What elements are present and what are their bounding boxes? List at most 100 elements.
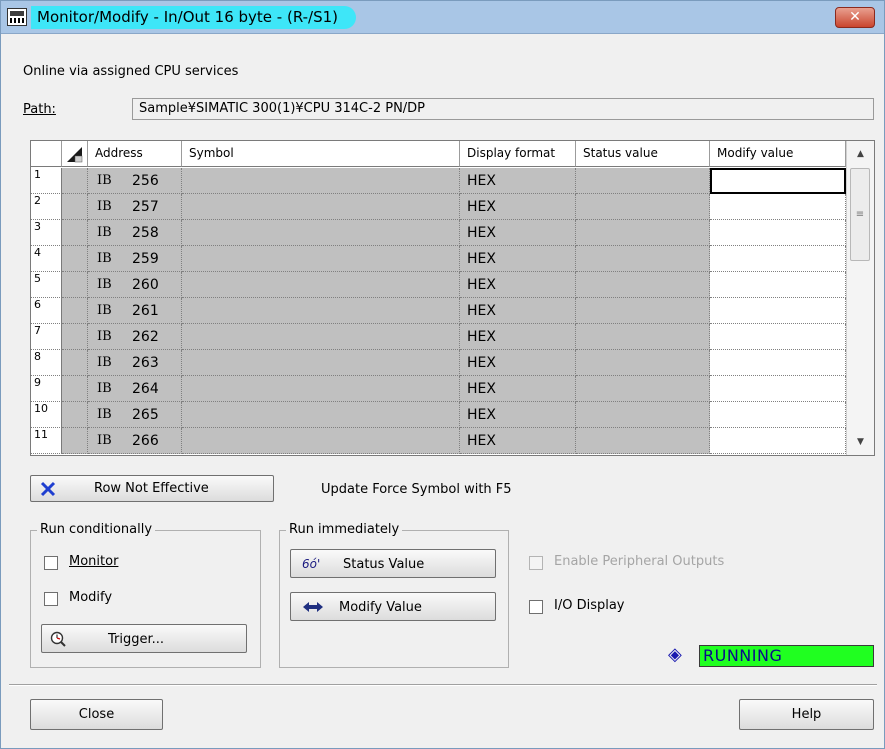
display-format-cell[interactable]: HEX [460, 194, 576, 220]
table-row[interactable]: 1 IB 256 HEX [31, 168, 846, 194]
trigger-button[interactable]: Trigger... [41, 624, 247, 653]
modify-value-button[interactable]: Modify Value [290, 592, 496, 621]
table-corner-icon[interactable] [62, 141, 88, 167]
symbol-cell[interactable] [182, 272, 460, 298]
modify-value-header[interactable]: Modify value [710, 141, 846, 167]
row-flag-cell[interactable] [62, 168, 88, 194]
display-format-header[interactable]: Display format [460, 141, 576, 167]
address-cell[interactable]: IB 256 [88, 168, 182, 194]
row-flag-cell[interactable] [62, 324, 88, 350]
address-number: 266 [132, 433, 159, 449]
symbol-cell[interactable] [182, 298, 460, 324]
table-row[interactable]: 8 IB 263 HEX [31, 350, 846, 376]
modify-value-cell[interactable] [710, 246, 846, 272]
row-number[interactable]: 6 [31, 298, 62, 324]
address-cell[interactable]: IB 257 [88, 194, 182, 220]
row-number[interactable]: 11 [31, 428, 62, 454]
row-number[interactable]: 3 [31, 220, 62, 246]
symbol-cell[interactable] [182, 168, 460, 194]
scroll-up-icon[interactable]: ▲ [847, 141, 874, 167]
row-flag-cell[interactable] [62, 220, 88, 246]
symbol-cell[interactable] [182, 376, 460, 402]
address-area: IB [97, 251, 112, 266]
row-number[interactable]: 8 [31, 350, 62, 376]
modify-value-cell[interactable] [710, 428, 846, 454]
scroll-thumb[interactable]: ≡ [850, 168, 870, 261]
table-row[interactable]: 7 IB 262 HEX [31, 324, 846, 350]
row-number[interactable]: 4 [31, 246, 62, 272]
row-not-effective-button[interactable]: Row Not Effective [30, 475, 274, 502]
table-row[interactable]: 4 IB 259 HEX [31, 246, 846, 272]
row-flag-cell[interactable] [62, 272, 88, 298]
address-cell[interactable]: IB 265 [88, 402, 182, 428]
address-cell[interactable]: IB 261 [88, 298, 182, 324]
modify-value-cell[interactable] [710, 402, 846, 428]
display-format-cell[interactable]: HEX [460, 220, 576, 246]
table-row[interactable]: 11 IB 266 HEX [31, 428, 846, 454]
symbol-cell[interactable] [182, 194, 460, 220]
display-format-cell[interactable]: HEX [460, 168, 576, 194]
display-format-cell[interactable]: HEX [460, 298, 576, 324]
modify-value-cell[interactable] [710, 272, 846, 298]
row-number[interactable]: 5 [31, 272, 62, 298]
symbol-cell[interactable] [182, 350, 460, 376]
table-row[interactable]: 9 IB 264 HEX [31, 376, 846, 402]
address-cell[interactable]: IB 266 [88, 428, 182, 454]
row-flag-cell[interactable] [62, 350, 88, 376]
table-row[interactable]: 5 IB 260 HEX [31, 272, 846, 298]
table-row[interactable]: 6 IB 261 HEX [31, 298, 846, 324]
modify-value-cell[interactable] [710, 350, 846, 376]
vertical-scrollbar[interactable]: ▲ ≡ ▼ [846, 141, 874, 455]
address-cell[interactable]: IB 260 [88, 272, 182, 298]
display-format-cell[interactable]: HEX [460, 246, 576, 272]
display-format-cell[interactable]: HEX [460, 272, 576, 298]
row-flag-cell[interactable] [62, 402, 88, 428]
row-flag-cell[interactable] [62, 246, 88, 272]
address-cell[interactable]: IB 262 [88, 324, 182, 350]
modify-value-cell[interactable] [710, 324, 846, 350]
display-format-cell[interactable]: HEX [460, 402, 576, 428]
display-format-cell[interactable]: HEX [460, 376, 576, 402]
monitor-checkbox[interactable] [44, 556, 58, 570]
address-cell[interactable]: IB 264 [88, 376, 182, 402]
display-format-cell[interactable]: HEX [460, 350, 576, 376]
row-flag-cell[interactable] [62, 298, 88, 324]
modify-value-cell[interactable] [710, 220, 846, 246]
close-button[interactable]: Close [30, 699, 163, 730]
row-number[interactable]: 9 [31, 376, 62, 402]
row-flag-cell[interactable] [62, 194, 88, 220]
row-number[interactable]: 2 [31, 194, 62, 220]
symbol-cell[interactable] [182, 428, 460, 454]
modify-value-cell[interactable] [710, 168, 846, 194]
modify-checkbox[interactable] [44, 592, 58, 606]
enable-peripheral-outputs-checkbox[interactable] [529, 556, 543, 570]
modify-value-cell[interactable] [710, 194, 846, 220]
table-row[interactable]: 10 IB 265 HEX [31, 402, 846, 428]
help-button[interactable]: Help [739, 699, 874, 730]
address-cell[interactable]: IB 263 [88, 350, 182, 376]
row-flag-cell[interactable] [62, 376, 88, 402]
symbol-cell[interactable] [182, 402, 460, 428]
window-close-button[interactable]: ✕ [835, 7, 875, 28]
symbol-cell[interactable] [182, 324, 460, 350]
io-display-checkbox[interactable] [529, 600, 543, 614]
status-value-header[interactable]: Status value [576, 141, 710, 167]
address-header[interactable]: Address [88, 141, 182, 167]
address-cell[interactable]: IB 259 [88, 246, 182, 272]
modify-value-cell[interactable] [710, 376, 846, 402]
row-number[interactable]: 7 [31, 324, 62, 350]
row-number[interactable]: 1 [31, 168, 62, 194]
row-flag-cell[interactable] [62, 428, 88, 454]
row-number[interactable]: 10 [31, 402, 62, 428]
display-format-cell[interactable]: HEX [460, 324, 576, 350]
address-cell[interactable]: IB 258 [88, 220, 182, 246]
status-value-button[interactable]: 6ó' Status Value [290, 549, 496, 578]
scroll-down-icon[interactable]: ▼ [847, 429, 874, 455]
table-row[interactable]: 3 IB 258 HEX [31, 220, 846, 246]
symbol-cell[interactable] [182, 246, 460, 272]
symbol-header[interactable]: Symbol [182, 141, 460, 167]
table-row[interactable]: 2 IB 257 HEX [31, 194, 846, 220]
symbol-cell[interactable] [182, 220, 460, 246]
modify-value-cell[interactable] [710, 298, 846, 324]
display-format-cell[interactable]: HEX [460, 428, 576, 454]
